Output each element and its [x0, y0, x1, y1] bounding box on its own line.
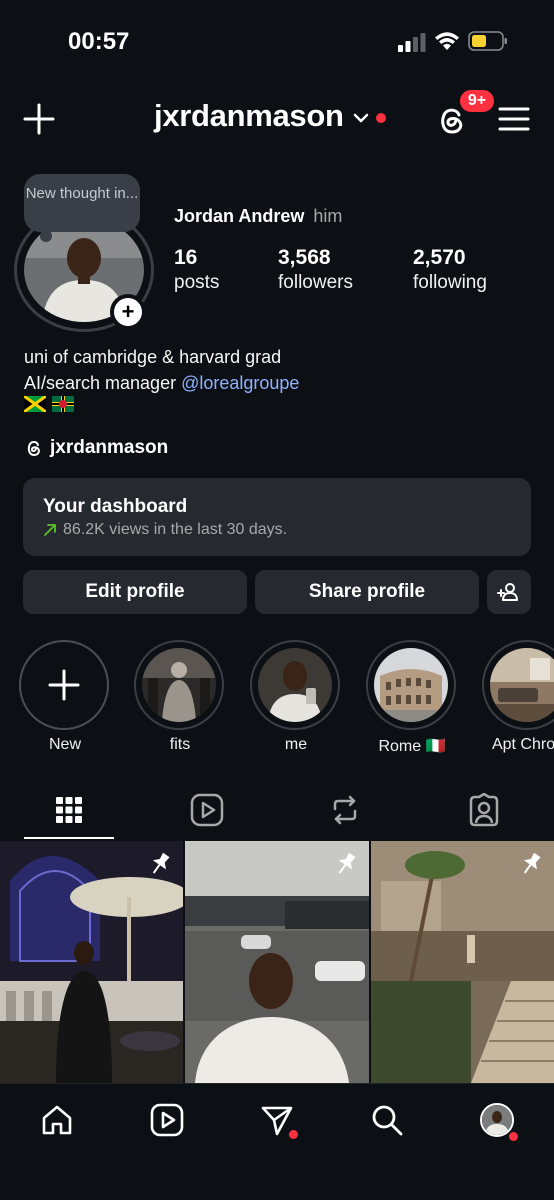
highlight-label: me [284, 736, 308, 753]
search-icon [372, 1105, 403, 1136]
nav-reels[interactable] [147, 1100, 187, 1140]
nav-messages[interactable] [257, 1100, 298, 1140]
highlight-label: Rome 🇮🇹 [378, 738, 446, 755]
bio-line: uni of cambridge & harvard grad [24, 347, 282, 367]
pin-icon [153, 852, 170, 874]
profile-content-tabs [0, 784, 554, 840]
add-person-icon [497, 583, 518, 601]
highlight-apt-chron[interactable]: Apt Chron [482, 640, 554, 754]
tab-tagged[interactable] [464, 790, 504, 830]
story-highlights: New fits me Rome 🇮🇹 Apt Chro [0, 640, 554, 760]
profile-bio: uni of cambridge & harvard grad AI/searc… [24, 344, 299, 396]
highlight-cover [142, 648, 216, 722]
chevron-down-icon [353, 113, 368, 123]
bio-flags [24, 396, 74, 412]
highlight-rome[interactable]: Rome 🇮🇹 [366, 640, 458, 756]
highlight-circle [19, 640, 109, 730]
reels-icon [150, 1103, 184, 1137]
note-bubble-tail [40, 230, 52, 242]
highlight-cover [258, 648, 332, 722]
highlight-fits[interactable]: fits [134, 640, 226, 754]
stat-value: 3,568 [278, 246, 331, 269]
highlight-cover [490, 648, 554, 722]
highlight-me[interactable]: me [250, 640, 342, 754]
highlight-label: fits [169, 736, 191, 753]
tagged-person-icon [469, 793, 499, 827]
notification-dot [289, 1130, 298, 1139]
stat-label: posts [174, 272, 220, 293]
bottom-navigation [0, 1083, 554, 1200]
nav-search[interactable] [367, 1100, 407, 1140]
dashboard-title: Your dashboard [43, 496, 188, 517]
bio-text: AI/search manager [24, 373, 182, 393]
highlight-circle [250, 640, 340, 730]
share-profile-button[interactable]: Share profile [255, 570, 479, 614]
create-plus-icon[interactable] [22, 102, 56, 136]
highlight-circle [482, 640, 554, 730]
pin-icon [523, 852, 541, 874]
stat-value: 16 [174, 246, 198, 269]
reels-icon [190, 793, 224, 827]
tab-reposts[interactable] [325, 790, 365, 830]
dashboard-subtitle-row: 86.2K views in the last 30 days. [43, 521, 287, 539]
bio-mention-link[interactable]: @lorealgroupe [181, 373, 299, 393]
add-story-plus-icon[interactable]: + [110, 294, 146, 330]
threads-icon [27, 441, 40, 457]
stat-label: following [413, 272, 487, 293]
grid-icon [56, 797, 82, 823]
highlight-label: New [48, 736, 81, 753]
home-icon [42, 1105, 72, 1135]
post-thumbnail[interactable] [0, 841, 184, 1083]
notification-dot [509, 1132, 518, 1141]
profile-header: jxrdanmason 9+ [0, 88, 554, 150]
bio-line: AI/search manager @lorealgroupe [24, 370, 299, 396]
highlight-circle [366, 640, 456, 730]
dominica-flag-icon [52, 396, 74, 412]
notification-badge: 9+ [458, 88, 496, 114]
unread-dot [375, 113, 386, 123]
post-thumbnail[interactable] [185, 841, 369, 1083]
status-bar: 00:57 [0, 0, 554, 80]
dashboard-subtitle: 86.2K views in the last 30 days. [63, 521, 288, 538]
highlight-new[interactable]: New [19, 640, 111, 754]
menu-hamburger-icon[interactable] [498, 104, 530, 134]
status-time: 00:57 [68, 28, 130, 55]
threads-handle: jxrdanmason [50, 437, 169, 458]
stat-followers[interactable]: 3,568 followers [278, 246, 353, 294]
battery-icon [468, 31, 507, 51]
threads-profile-link[interactable]: jxrdanmason [24, 437, 168, 459]
stat-value: 2,570 [413, 246, 466, 269]
profile-avatar-small [480, 1103, 514, 1137]
nav-home[interactable] [37, 1100, 77, 1140]
posts-grid [0, 841, 554, 1083]
stat-label: followers [278, 272, 353, 293]
discover-people-button[interactable] [487, 570, 531, 614]
profile-pronouns: him [313, 206, 343, 226]
highlight-circle [134, 640, 224, 730]
repost-icon [333, 795, 357, 825]
tab-posts-grid[interactable] [49, 790, 89, 830]
post-thumbnail[interactable] [370, 841, 554, 1083]
edit-profile-button[interactable]: Edit profile [23, 570, 247, 614]
wifi-icon [435, 32, 459, 50]
stat-following[interactable]: 2,570 following [413, 246, 487, 294]
stat-posts[interactable]: 16 posts [174, 246, 219, 294]
account-switcher[interactable]: jxrdanmason [154, 98, 386, 134]
jamaica-flag-icon [24, 396, 46, 412]
nav-profile[interactable] [477, 1100, 518, 1141]
plus-icon [48, 669, 80, 701]
pin-icon [338, 852, 356, 874]
header-username: jxrdanmason [154, 98, 344, 133]
profile-name-row: Jordan Andrew him [174, 206, 342, 227]
note-bubble[interactable]: New thought in... [24, 174, 140, 232]
highlight-label: Apt Chron [491, 736, 554, 753]
professional-dashboard[interactable]: Your dashboard 86.2K views in the last 3… [23, 478, 531, 556]
tab-reels[interactable] [187, 790, 227, 830]
cellular-signal-icon [398, 33, 426, 52]
trend-up-arrow-icon [44, 524, 56, 536]
active-tab-indicator [24, 837, 114, 839]
profile-name: Jordan Andrew [174, 206, 305, 226]
highlight-cover [374, 648, 448, 722]
